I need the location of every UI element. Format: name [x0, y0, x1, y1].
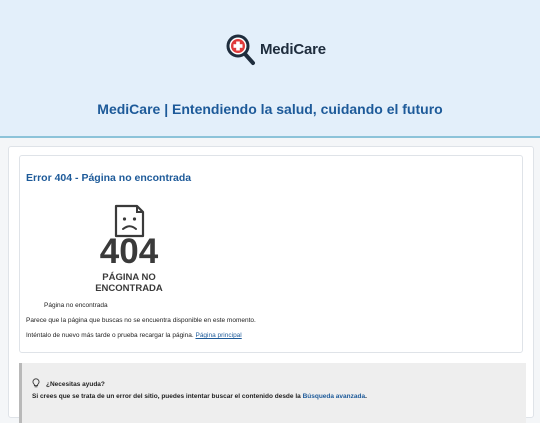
help-text-suffix: . [365, 393, 367, 400]
site-header: MediCare MediCare | Entendiendo la salud… [0, 0, 540, 138]
help-text-body: Si crees que se trata de un error del si… [32, 393, 301, 400]
caption-line-1: PÁGINA NO [102, 272, 156, 283]
home-link[interactable]: Página principal [195, 332, 241, 339]
image-caption: Página no encontrada [44, 302, 108, 309]
error-code: 404 [99, 232, 159, 271]
site-tagline: MediCare | Entendiendo la salud, cuidand… [97, 101, 443, 117]
logo[interactable]: MediCare [224, 32, 326, 66]
error-message: Parece que la página que buscas no se en… [26, 317, 256, 324]
retry-message: Inténtalo de nuevo más tarde o prueba re… [26, 332, 242, 339]
error-title: Error 404 - Página no encontrada [26, 172, 192, 184]
lightbulb-icon [32, 375, 40, 393]
error-image-caption: PÁGINA NO ENCONTRADA [64, 272, 194, 294]
help-title: ¿Necesitas ayuda? [46, 380, 105, 388]
help-box: ¿Necesitas ayuda? Si crees que se trata … [19, 363, 526, 423]
caption-line-2: ENCONTRADA [95, 283, 163, 294]
main-content: Error 404 - Página no encontrada 404 PÁG… [8, 146, 534, 423]
help-header: ¿Necesitas ayuda? [32, 375, 105, 393]
help-text: Si crees que se trata de un error del si… [32, 393, 367, 400]
retry-text: Inténtalo de nuevo más tarde o prueba re… [26, 332, 194, 339]
magnifier-cross-icon [224, 32, 256, 66]
error-404-image: 404 PÁGINA NO ENCONTRADA [64, 204, 194, 296]
error-card: Error 404 - Página no encontrada 404 PÁG… [19, 155, 523, 353]
logo-text: MediCare [260, 40, 326, 58]
advanced-search-link[interactable]: Búsqueda avanzada [303, 393, 366, 400]
